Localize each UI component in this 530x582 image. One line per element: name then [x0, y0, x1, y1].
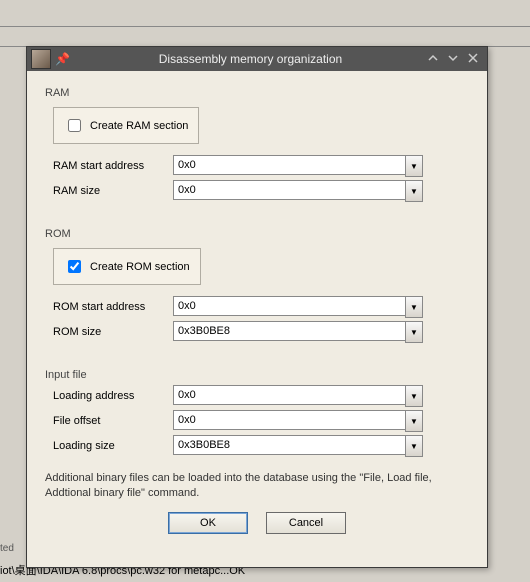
rom-size-input[interactable] — [173, 321, 405, 341]
ram-start-input[interactable] — [173, 155, 405, 175]
ram-start-dropdown-icon[interactable]: ▼ — [405, 155, 423, 177]
create-rom-checkbox[interactable]: Create ROM section — [64, 257, 190, 276]
ram-create-box: Create RAM section — [53, 107, 199, 144]
input-file-section-label: Input file — [45, 369, 469, 381]
loading-address-input[interactable] — [173, 385, 405, 405]
file-offset-label: File offset — [53, 415, 173, 427]
info-text: Additional binary files can be loaded in… — [45, 471, 469, 502]
loading-size-dropdown-icon[interactable]: ▼ — [405, 435, 423, 457]
rom-size-label: ROM size — [53, 326, 173, 338]
pin-icon[interactable]: 📌 — [55, 52, 70, 66]
rom-section-label: ROM — [45, 228, 469, 240]
ram-start-label: RAM start address — [53, 160, 173, 172]
ok-button[interactable]: OK — [168, 512, 248, 534]
create-ram-check-input[interactable] — [68, 119, 81, 132]
loading-address-label: Loading address — [53, 390, 173, 402]
ram-size-input[interactable] — [173, 180, 405, 200]
rom-start-dropdown-icon[interactable]: ▼ — [405, 296, 423, 318]
minimize-icon[interactable] — [423, 52, 443, 67]
file-offset-input[interactable] — [173, 410, 405, 430]
cancel-button[interactable]: Cancel — [266, 512, 346, 534]
dialog-window: 📌 Disassembly memory organization RAM Cr… — [26, 46, 488, 568]
dialog-title: Disassembly memory organization — [78, 52, 423, 66]
loading-size-label: Loading size — [53, 440, 173, 452]
rom-size-dropdown-icon[interactable]: ▼ — [405, 321, 423, 343]
ram-size-dropdown-icon[interactable]: ▼ — [405, 180, 423, 202]
create-rom-check-label: Create ROM section — [90, 261, 190, 273]
create-rom-check-input[interactable] — [68, 260, 81, 273]
file-offset-dropdown-icon[interactable]: ▼ — [405, 410, 423, 432]
bg-truncated-text: ted — [0, 543, 14, 554]
create-ram-check-label: Create RAM section — [90, 120, 188, 132]
titlebar[interactable]: 📌 Disassembly memory organization — [27, 47, 487, 71]
app-icon — [31, 49, 51, 69]
rom-start-input[interactable] — [173, 296, 405, 316]
maximize-icon[interactable] — [443, 52, 463, 67]
loading-address-dropdown-icon[interactable]: ▼ — [405, 385, 423, 407]
ram-size-label: RAM size — [53, 185, 173, 197]
ram-section-label: RAM — [45, 87, 469, 99]
create-ram-checkbox[interactable]: Create RAM section — [64, 116, 188, 135]
loading-size-input[interactable] — [173, 435, 405, 455]
close-icon[interactable] — [463, 52, 483, 67]
rom-start-label: ROM start address — [53, 301, 173, 313]
rom-create-box: Create ROM section — [53, 248, 201, 285]
